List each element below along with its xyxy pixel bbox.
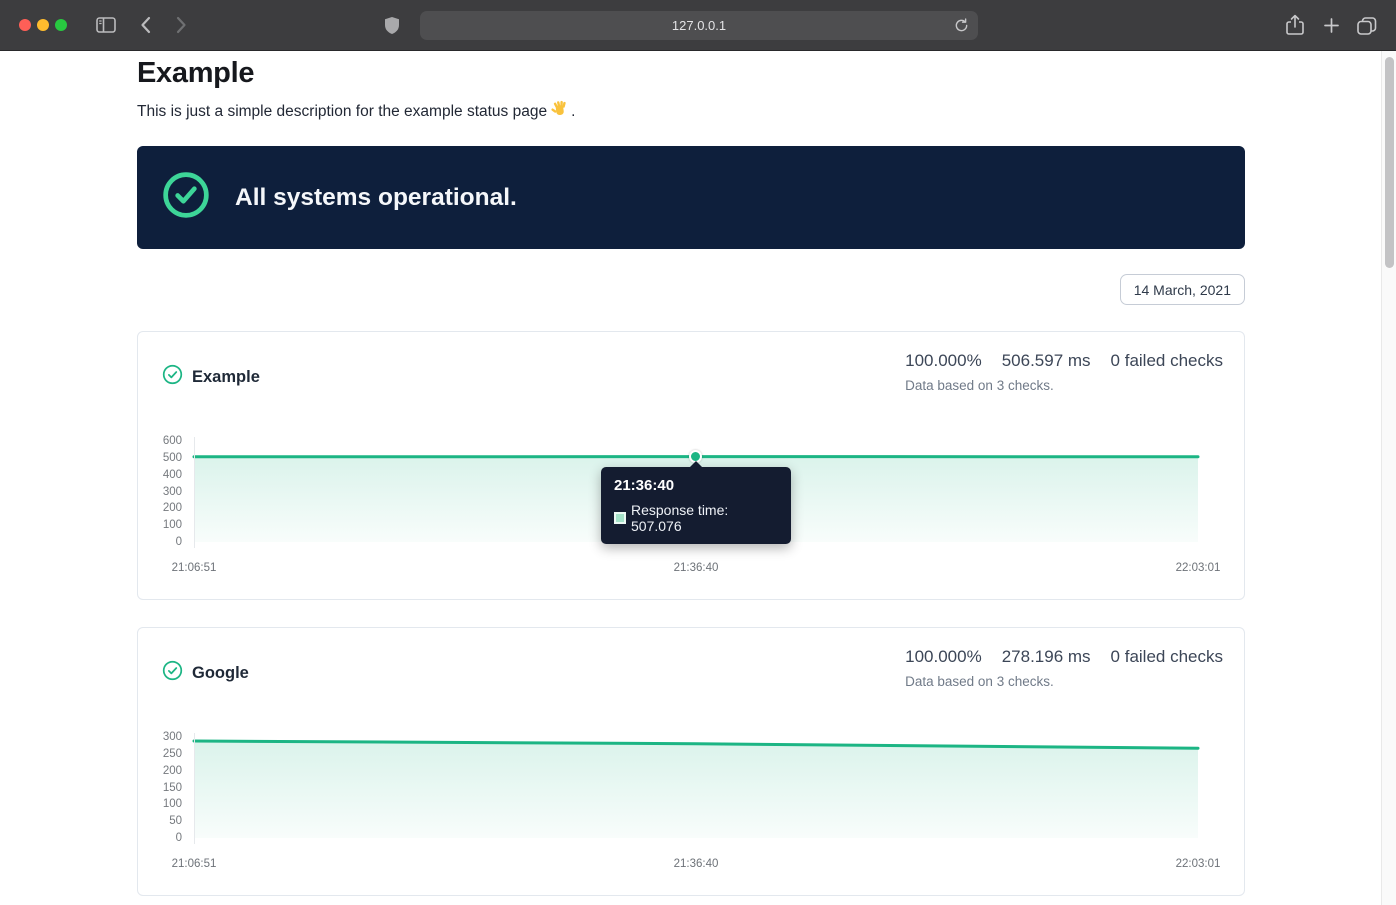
- service-card-example: Example 100.000% 506.597 ms 0 failed che…: [137, 331, 1245, 600]
- series-swatch-icon: [614, 512, 626, 524]
- chart-x-axis: 21:06:5121:36:4022:03:01: [194, 561, 1198, 575]
- check-circle-icon: [162, 171, 210, 224]
- chart-x-axis: 21:06:5121:36:4022:03:01: [194, 857, 1198, 871]
- scrollbar-thumb[interactable]: [1385, 57, 1394, 268]
- y-axis-tick-label: 100: [138, 797, 182, 811]
- y-axis-tick-label: 50: [138, 814, 182, 828]
- y-axis-tick-label: 500: [138, 451, 182, 465]
- back-icon[interactable]: [140, 16, 151, 34]
- date-picker-button[interactable]: 14 March, 2021: [1120, 274, 1245, 305]
- service-card-google: Google 100.000% 278.196 ms 0 failed chec…: [137, 627, 1245, 896]
- scrollbar-track[interactable]: [1381, 51, 1396, 905]
- privacy-shield-icon[interactable]: [384, 16, 400, 35]
- y-axis-tick-label: 200: [138, 764, 182, 778]
- waving-hand-emoji: [550, 100, 568, 123]
- window-zoom-button[interactable]: [55, 19, 67, 31]
- y-axis-tick-label: 0: [138, 831, 182, 845]
- chart-y-axis: 300250200150100500: [138, 737, 182, 838]
- sidebar-toggle-icon[interactable]: [96, 17, 116, 33]
- status-banner-text: All systems operational.: [235, 184, 517, 212]
- page-description-suffix: .: [571, 103, 575, 121]
- reload-icon[interactable]: [954, 18, 969, 36]
- x-axis-tick-label: 22:03:01: [1176, 857, 1221, 871]
- y-axis-tick-label: 300: [138, 485, 182, 499]
- y-axis-tick-label: 400: [138, 468, 182, 482]
- chart-plot-area: [194, 737, 1198, 838]
- new-tab-icon[interactable]: [1323, 17, 1340, 34]
- x-axis-tick-label: 21:36:40: [674, 561, 719, 575]
- response-time-chart[interactable]: 300250200150100500 21:06:5121:36:4022:03…: [138, 628, 1244, 895]
- y-axis-tick-label: 100: [138, 518, 182, 532]
- page-description-text: This is just a simple description for th…: [137, 103, 547, 121]
- y-axis-tick-label: 600: [138, 434, 182, 448]
- x-axis-tick-label: 21:06:51: [172, 857, 217, 871]
- share-icon[interactable]: [1286, 14, 1304, 36]
- status-banner: All systems operational.: [137, 146, 1245, 249]
- x-axis-tick-label: 21:36:40: [674, 857, 719, 871]
- page-title: Example: [137, 57, 254, 90]
- forward-icon[interactable]: [176, 16, 187, 34]
- tab-overview-icon[interactable]: [1357, 17, 1377, 35]
- y-axis-tick-label: 200: [138, 501, 182, 515]
- page-description: This is just a simple description for th…: [137, 100, 575, 123]
- window-close-button[interactable]: [19, 19, 31, 31]
- x-axis-tick-label: 22:03:01: [1176, 561, 1221, 575]
- response-time-chart[interactable]: 6005004003002001000 21:06:5121:36:4022:0…: [138, 332, 1244, 599]
- y-axis-tick-label: 300: [138, 730, 182, 744]
- status-page: Example This is just a simple descriptio…: [137, 51, 1245, 905]
- y-axis-tick-label: 0: [138, 535, 182, 549]
- window-minimize-button[interactable]: [37, 19, 49, 31]
- address-bar[interactable]: 127.0.0.1: [420, 11, 978, 40]
- chart-y-axis: 6005004003002001000: [138, 441, 182, 542]
- chart-tooltip: 21:36:40 Response time: 507.076: [601, 467, 791, 544]
- address-bar-url: 127.0.0.1: [672, 18, 726, 33]
- tooltip-time: 21:36:40: [614, 477, 778, 494]
- y-axis-tick-label: 250: [138, 747, 182, 761]
- x-axis-tick-label: 21:06:51: [172, 561, 217, 575]
- browser-toolbar: 127.0.0.1: [0, 0, 1396, 51]
- tooltip-value: Response time: 507.076: [631, 502, 778, 534]
- y-axis-tick-label: 150: [138, 781, 182, 795]
